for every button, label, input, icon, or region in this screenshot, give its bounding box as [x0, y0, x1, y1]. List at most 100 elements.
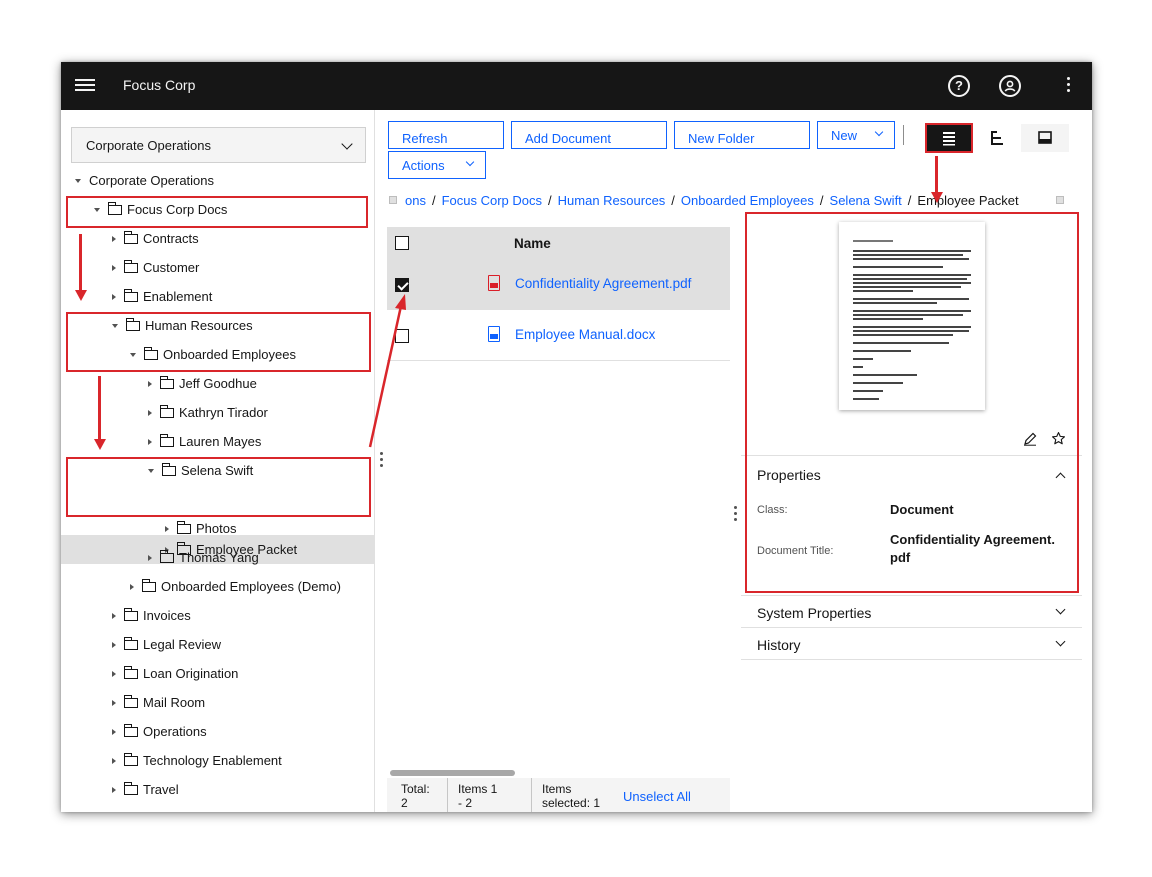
- unselect-all-link[interactable]: Unselect All: [623, 789, 691, 804]
- items-range: - 2: [458, 796, 473, 810]
- breadcrumb-item[interactable]: Onboarded Employees: [681, 193, 814, 208]
- document-title-label: Document Title:: [757, 545, 834, 557]
- breadcrumb-item[interactable]: Focus Corp Docs: [442, 193, 542, 208]
- table-row[interactable]: Employee Manual.docx: [387, 311, 730, 361]
- tree-node-onboarded-employees[interactable]: Onboarded Employees: [130, 340, 296, 369]
- tree-node-lauren-mayes[interactable]: Lauren Mayes: [148, 427, 261, 456]
- caret-right-icon[interactable]: [165, 525, 169, 532]
- select-all-checkbox[interactable]: [395, 236, 409, 250]
- tree-node-photos[interactable]: Photos: [165, 514, 236, 543]
- preview-view-button[interactable]: [1021, 124, 1069, 152]
- caret-right-icon[interactable]: [148, 554, 152, 561]
- caret-right-icon[interactable]: [112, 699, 116, 706]
- caret-down-icon[interactable]: [112, 323, 118, 328]
- history-section[interactable]: History: [741, 628, 1082, 660]
- document-title-line: pdf: [890, 550, 911, 565]
- folder-icon: [123, 607, 138, 621]
- table-row[interactable]: Confidentiality Agreement.pdf: [387, 260, 730, 310]
- tree-node-customer[interactable]: Customer: [112, 253, 199, 282]
- tree-view-icon: [991, 131, 1003, 145]
- caret-right-icon[interactable]: [112, 235, 116, 242]
- caret-right-icon[interactable]: [148, 380, 152, 387]
- caret-down-icon[interactable]: [130, 352, 136, 357]
- folder-icon: [107, 201, 122, 215]
- chevron-down-icon: [1055, 636, 1066, 647]
- tree-node-label: Onboarded Employees (Demo): [161, 579, 341, 594]
- tree-view-button[interactable]: [973, 124, 1021, 152]
- tree-node-jeff-goodhue[interactable]: Jeff Goodhue: [148, 369, 257, 398]
- caret-right-icon[interactable]: [112, 670, 116, 677]
- actions-menu-button[interactable]: Actions: [388, 151, 486, 179]
- breadcrumb-item[interactable]: Selena Swift: [830, 193, 902, 208]
- tree-node-label: Photos: [196, 521, 237, 536]
- header-overflow-menu-icon[interactable]: [1067, 77, 1071, 95]
- file-name-link[interactable]: Confidentiality Agreement.pdf: [515, 276, 691, 291]
- document-title-value: Confidentiality Agreement. pdf: [890, 531, 1055, 567]
- tree-node-kathryn-tirador[interactable]: Kathryn Tirador: [148, 398, 268, 427]
- folder-icon: [141, 578, 156, 592]
- caret-down-icon[interactable]: [148, 468, 154, 473]
- caret-right-icon[interactable]: [112, 264, 116, 271]
- caret-right-icon[interactable]: [148, 409, 152, 416]
- pane-resize-handle[interactable]: [380, 452, 384, 470]
- annotation-arrowhead: [93, 439, 106, 450]
- tree-node-travel[interactable]: Travel: [112, 775, 179, 804]
- caret-right-icon[interactable]: [148, 438, 152, 445]
- repository-select-value: Corporate Operations: [86, 138, 212, 153]
- details-view-button[interactable]: [925, 124, 973, 152]
- properties-title: Properties: [757, 467, 821, 483]
- tree-node-invoices[interactable]: Invoices: [112, 601, 191, 630]
- document-preview-thumbnail[interactable]: [839, 222, 985, 410]
- tree-node-technology-enablement[interactable]: Technology Enablement: [112, 746, 282, 775]
- refresh-button[interactable]: Refresh: [388, 121, 504, 149]
- tree-node-enablement[interactable]: Enablement: [112, 282, 212, 311]
- hamburger-menu-icon[interactable]: [75, 76, 95, 96]
- help-icon[interactable]: ?: [948, 75, 970, 97]
- horizontal-scrollbar[interactable]: [390, 770, 515, 776]
- tree-node-mail-room[interactable]: Mail Room: [112, 688, 205, 717]
- new-menu-button[interactable]: New: [817, 121, 895, 149]
- tree-node-label: Thomas Yang: [179, 550, 259, 565]
- tree-node-contracts[interactable]: Contracts: [112, 224, 199, 253]
- chevron-down-icon: [465, 157, 475, 167]
- tree-node-human-resources[interactable]: Human Resources: [112, 311, 253, 340]
- caret-down-icon[interactable]: [75, 178, 81, 183]
- add-document-button[interactable]: Add Document: [511, 121, 667, 149]
- caret-right-icon[interactable]: [112, 728, 116, 735]
- tree-node-operations[interactable]: Operations: [112, 717, 207, 746]
- properties-section-header[interactable]: Properties: [741, 456, 1082, 496]
- breadcrumb-item[interactable]: ons: [405, 193, 426, 208]
- user-icon[interactable]: [999, 75, 1021, 97]
- caret-right-icon[interactable]: [112, 641, 116, 648]
- tree-node-loan-origination[interactable]: Loan Origination: [112, 659, 238, 688]
- file-name-link[interactable]: Employee Manual.docx: [515, 327, 655, 342]
- tree-node-corporate-operations[interactable]: Corporate Operations: [75, 166, 214, 195]
- favorite-star-icon[interactable]: [1051, 431, 1066, 446]
- tree-node-onboarded-employees-demo[interactable]: Onboarded Employees (Demo): [130, 572, 341, 601]
- caret-down-icon[interactable]: [94, 207, 100, 212]
- edit-icon[interactable]: [1023, 432, 1037, 446]
- annotation-arrow: [79, 234, 82, 292]
- breadcrumb-scroll-left-icon[interactable]: [389, 196, 397, 204]
- caret-right-icon[interactable]: [112, 786, 116, 793]
- pane-resize-handle-right[interactable]: [734, 506, 738, 524]
- table-header: Name: [387, 227, 730, 260]
- tree-node-legal-review[interactable]: Legal Review: [112, 630, 221, 659]
- brand-name: Focus Corp: [123, 77, 196, 93]
- new-folder-button[interactable]: New Folder: [674, 121, 810, 149]
- caret-right-icon[interactable]: [130, 583, 134, 590]
- tree-node-focus-corp-docs[interactable]: Focus Corp Docs: [94, 195, 227, 224]
- tree-node-thomas-yang[interactable]: Thomas Yang: [148, 543, 259, 572]
- chevron-down-icon: [341, 138, 353, 150]
- breadcrumb-item[interactable]: Human Resources: [558, 193, 666, 208]
- repository-select[interactable]: Corporate Operations: [71, 127, 366, 163]
- caret-right-icon[interactable]: [112, 757, 116, 764]
- docx-icon: [488, 326, 500, 342]
- tree-node-selena-swift[interactable]: Selena Swift: [148, 456, 253, 485]
- breadcrumb-scroll-right-icon[interactable]: [1056, 196, 1064, 204]
- caret-right-icon[interactable]: [112, 612, 116, 619]
- system-properties-section[interactable]: System Properties: [741, 595, 1082, 628]
- column-header-name[interactable]: Name: [514, 236, 551, 251]
- caret-right-icon[interactable]: [112, 293, 116, 300]
- row-checkbox[interactable]: [395, 278, 409, 292]
